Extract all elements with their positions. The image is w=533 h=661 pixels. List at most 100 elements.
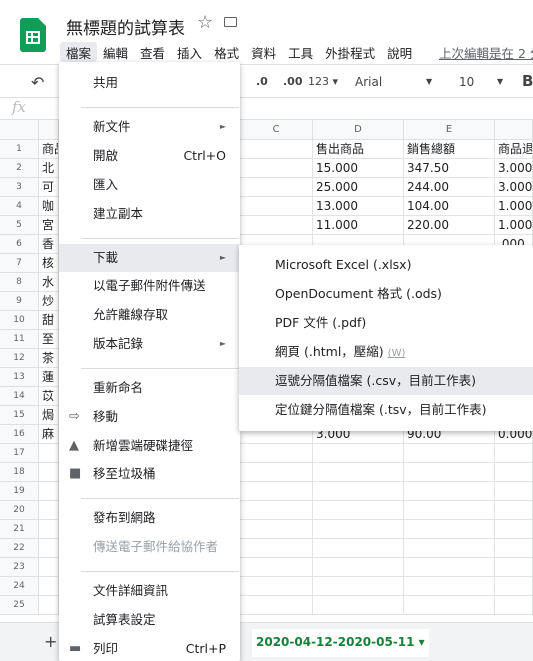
document-title[interactable]: 無標題的試算表 [66,14,185,39]
file-menu-item[interactable]: 下載 ► [59,244,240,272]
row-header[interactable]: 20 [0,501,39,520]
cell-e[interactable]: 220.00 [404,216,495,235]
cell-f[interactable]: 1.000 [495,197,533,216]
cell-e[interactable] [404,501,495,520]
cell-c[interactable] [240,178,313,197]
file-menu-item[interactable]: 允許離線存取 [59,301,240,329]
row-header[interactable]: 22 [0,539,39,558]
row-header[interactable]: 23 [0,558,39,577]
download-option[interactable]: 網頁 (.html，壓縮) (W) [239,338,533,366]
cell-a[interactable]: 咖 [39,197,59,216]
menu-edit[interactable]: 編輯 [97,42,134,62]
sheet-tab[interactable]: 2020-04-12-2020-05-11 ▾ [252,629,429,657]
menu-help[interactable]: 說明 [381,42,418,62]
cell-a[interactable]: 宮 [39,216,59,235]
font-size-select[interactable]: 10 [459,75,474,89]
row-header[interactable]: 11 [0,330,39,349]
cell-e[interactable]: 244.00 [404,178,495,197]
cell-f[interactable] [495,596,533,615]
cell-e[interactable] [404,577,495,596]
row-header[interactable]: 3 [0,178,39,197]
cell-d[interactable] [313,577,404,596]
menu-file[interactable]: 檔案 [60,42,98,62]
cell-e[interactable] [404,539,495,558]
row-header[interactable]: 13 [0,368,39,387]
cell-a[interactable] [39,463,59,482]
row-header[interactable]: 8 [0,273,39,292]
cell-a[interactable]: 水 [39,273,59,292]
file-menu-item[interactable]: 開啟 Ctrl+O [59,142,240,170]
file-menu-item[interactable]: 重新命名 [59,374,240,402]
cell-a[interactable]: 商品 [39,140,59,159]
cell-a[interactable]: 蓮 [39,368,59,387]
row-header[interactable]: 2 [0,159,39,178]
star-icon[interactable]: ☆ [197,12,213,33]
more-formats-button[interactable]: 123 ▾ [308,75,338,88]
cell-c[interactable] [240,159,313,178]
file-menu-item[interactable]: ▲ 新增雲端硬碟捷徑 [59,432,240,460]
download-option[interactable]: 定位鍵分隔值檔案 (.tsv，目前工作表) [239,396,533,424]
cell-d[interactable] [313,558,404,577]
cell-d[interactable]: 25.000 [313,178,404,197]
cell-c[interactable] [240,520,313,539]
column-header[interactable] [0,120,39,140]
column-header[interactable]: D [313,120,404,140]
cell-a[interactable] [39,596,59,615]
row-header[interactable]: 5 [0,216,39,235]
row-header[interactable]: 1 [0,140,39,159]
file-menu-item[interactable]: 匯入 [59,171,240,199]
add-sheet-button[interactable]: + [44,632,57,651]
cell-a[interactable]: 苡 [39,387,59,406]
row-header[interactable]: 21 [0,520,39,539]
download-option[interactable]: PDF 文件 (.pdf) [239,309,533,337]
cell-a[interactable] [39,539,59,558]
cell-c[interactable] [240,216,313,235]
cell-a[interactable]: 可 [39,178,59,197]
file-menu-item[interactable]: 新文件 ► [59,113,240,141]
download-option[interactable]: 逗號分隔值檔案 (.csv，目前工作表) [239,367,533,395]
menu-insert[interactable]: 插入 [171,42,208,62]
cell-e[interactable]: 347.50 [404,159,495,178]
cell-c[interactable] [240,444,313,463]
cell-c[interactable] [240,463,313,482]
cell-a[interactable]: 焗 [39,406,59,425]
cell-e[interactable] [404,558,495,577]
cell-e[interactable] [404,444,495,463]
decrease-decimal-button[interactable]: .0 [256,75,268,88]
row-header[interactable]: 6 [0,235,39,254]
row-header[interactable]: 7 [0,254,39,273]
cell-a[interactable] [39,520,59,539]
row-header[interactable]: 4 [0,197,39,216]
menu-addons[interactable]: 外掛程式 [319,42,381,62]
menu-data[interactable]: 資料 [245,42,282,62]
cell-f[interactable] [495,539,533,558]
file-menu-item[interactable]: 版本記錄 ► [59,330,240,358]
cell-a[interactable]: 核 [39,254,59,273]
cell-c[interactable] [240,482,313,501]
increase-decimal-button[interactable]: .00 [283,75,303,88]
cell-a[interactable] [39,501,59,520]
cell-e[interactable] [404,596,495,615]
file-menu-item[interactable]: 文件詳細資訊 [59,577,240,605]
download-option[interactable]: Microsoft Excel (.xlsx) [239,251,533,279]
row-header[interactable]: 10 [0,311,39,330]
file-menu-item[interactable]: 試算表設定 [59,606,240,634]
column-header[interactable]: E [404,120,495,140]
cell-e[interactable] [404,482,495,501]
cell-f[interactable] [495,577,533,596]
cell-c[interactable] [240,140,313,159]
cell-d[interactable] [313,501,404,520]
cell-c[interactable] [240,197,313,216]
chevron-down-icon[interactable]: ▼ [497,77,503,86]
cell-e[interactable] [404,463,495,482]
cell-c[interactable] [240,558,313,577]
row-header[interactable]: 12 [0,349,39,368]
row-header[interactable]: 17 [0,444,39,463]
chevron-down-icon[interactable]: ▼ [426,77,432,86]
cell-e[interactable] [404,520,495,539]
cell-a[interactable] [39,482,59,501]
cell-c[interactable] [240,596,313,615]
cell-a[interactable] [39,577,59,596]
cell-f[interactable] [495,482,533,501]
cell-a[interactable]: 甜 [39,311,59,330]
